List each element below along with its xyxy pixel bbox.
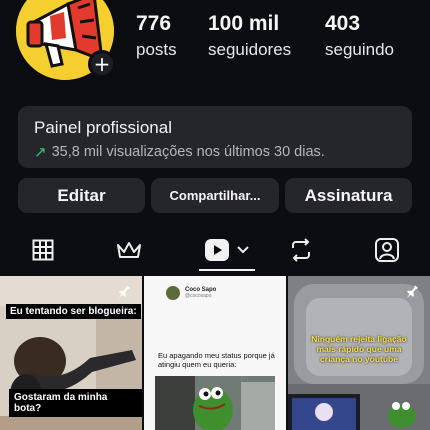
panel-subtitle: ↗ 35,8 mil visualizações nos últimos 30 … bbox=[34, 143, 396, 161]
tab-grid[interactable] bbox=[28, 232, 58, 268]
tweet-author: Coco Sapo bbox=[185, 286, 217, 293]
stat-label: seguidores bbox=[208, 40, 292, 59]
stat-value: 776 bbox=[136, 12, 172, 35]
profile-tabs bbox=[0, 232, 430, 272]
panel-views-text: 35,8 mil visualizações nos últimos 30 di… bbox=[51, 144, 325, 160]
tab-subscriptions[interactable] bbox=[114, 232, 144, 268]
panel-title: Painel profissional bbox=[34, 118, 172, 137]
stat-value: 403 bbox=[325, 12, 361, 35]
tweet-avatar bbox=[166, 286, 180, 300]
reels-icon bbox=[205, 239, 229, 261]
stat-value: 100 mil bbox=[208, 12, 280, 35]
post-caption-top: Eu tentando ser blogueira: bbox=[6, 304, 141, 319]
tab-tagged[interactable] bbox=[372, 232, 402, 268]
grid-icon bbox=[32, 239, 54, 261]
share-profile-button[interactable]: Compartilhar... bbox=[151, 178, 279, 213]
posts-grid: Eu tentando ser blogueira: Gostaram da m… bbox=[0, 276, 430, 430]
trend-up-icon: ↗ bbox=[34, 143, 47, 161]
pin-icon bbox=[118, 285, 131, 299]
plus-icon: + bbox=[91, 53, 113, 75]
grid-post[interactable]: Coco Sapo @cocosapo Eu apagando meu stat… bbox=[144, 276, 286, 430]
tweet-text: Eu apagando meu status porque já atingiu… bbox=[158, 351, 275, 370]
tagged-person-icon bbox=[375, 238, 399, 262]
post-caption-bottom: Gostaram da minha bota? bbox=[9, 389, 142, 417]
professional-dashboard-card[interactable]: Painel profissional ↗ 35,8 mil visualiza… bbox=[18, 106, 412, 168]
stat-following[interactable]: 403 seguindo bbox=[325, 12, 394, 60]
post-meme-image bbox=[155, 376, 275, 430]
stat-label: posts bbox=[136, 40, 177, 59]
repost-icon bbox=[292, 238, 310, 262]
stat-followers[interactable]: 100 mil seguidores bbox=[208, 12, 325, 60]
subscription-button[interactable]: Assinatura bbox=[285, 178, 412, 213]
tab-reels[interactable] bbox=[199, 232, 255, 268]
active-tab-indicator bbox=[199, 269, 255, 271]
post-caption: Ninguém rejeita ligação mais rápido que … bbox=[311, 334, 407, 365]
grid-post[interactable]: Ninguém rejeita ligação mais rápido que … bbox=[288, 276, 430, 430]
grid-post[interactable]: Eu tentando ser blogueira: Gostaram da m… bbox=[0, 276, 142, 430]
pin-icon bbox=[406, 285, 419, 299]
profile-stats: 776 posts 100 mil seguidores 403 seguind… bbox=[136, 12, 420, 60]
tweet-header: Coco Sapo @cocosapo bbox=[166, 286, 216, 300]
stat-posts[interactable]: 776 posts bbox=[136, 12, 208, 60]
edit-profile-button[interactable]: Editar bbox=[18, 178, 145, 213]
chevron-down-icon bbox=[237, 246, 249, 254]
add-story-button[interactable]: + bbox=[88, 50, 116, 78]
crown-icon bbox=[117, 242, 141, 258]
stat-label: seguindo bbox=[325, 40, 395, 59]
profile-avatar[interactable]: + bbox=[16, 0, 116, 80]
tab-reposts[interactable] bbox=[286, 232, 316, 268]
tweet-handle: @cocosapo bbox=[185, 293, 212, 300]
